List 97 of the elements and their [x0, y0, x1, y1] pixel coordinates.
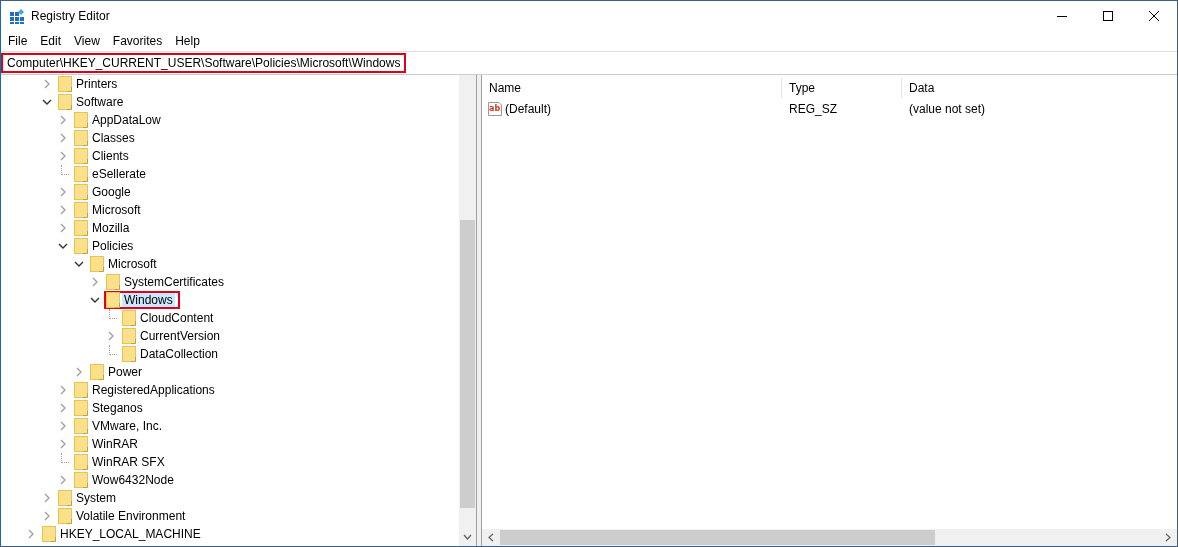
tree-item[interactable]: Microsoft	[88, 255, 164, 273]
tree-item[interactable]: Clients	[72, 147, 136, 165]
expanded-chevron-icon[interactable]	[58, 241, 68, 251]
folder-icon	[74, 418, 88, 434]
folder-icon	[74, 148, 88, 164]
folder-icon	[58, 94, 72, 110]
collapsed-chevron-icon[interactable]	[58, 205, 68, 215]
folder-icon	[74, 130, 88, 146]
collapsed-chevron-icon[interactable]	[58, 439, 68, 449]
window-title: Registry Editor	[31, 9, 110, 23]
tree-item[interactable]: Windows	[104, 291, 180, 309]
collapsed-chevron-icon[interactable]	[90, 277, 100, 287]
horizontal-scrollbar[interactable]	[482, 529, 1177, 546]
tree-item[interactable]: CurrentVersion	[120, 327, 228, 345]
folder-icon	[74, 472, 88, 488]
collapsed-chevron-icon[interactable]	[58, 385, 68, 395]
folder-icon	[74, 112, 88, 128]
collapsed-chevron-icon[interactable]	[26, 529, 36, 539]
folder-icon	[74, 436, 88, 452]
folder-icon	[106, 292, 120, 308]
value-name[interactable]: (Default)	[505, 102, 551, 116]
folder-icon	[74, 454, 88, 470]
tree-item[interactable]: RegisteredApplications	[72, 381, 222, 399]
collapsed-chevron-icon[interactable]	[106, 331, 116, 341]
tree-connector-line	[61, 452, 69, 463]
address-bar[interactable]: Computer\HKEY_CURRENT_USER\Software\Policies\Microsoft\Windows	[1, 53, 407, 73]
value-data: (value not set)	[908, 102, 987, 116]
tree-item[interactable]: DataCollection	[120, 345, 226, 363]
tree-connector-line	[61, 164, 69, 175]
tree-item[interactable]: AppDataLow	[72, 111, 168, 129]
tree-item[interactable]: CloudContent	[120, 309, 221, 327]
expanded-chevron-icon[interactable]	[74, 259, 84, 269]
tree-item[interactable]: SystemCertificates	[104, 273, 232, 291]
menu-item[interactable]: View	[69, 34, 105, 48]
tree-item[interactable]: System	[56, 489, 123, 507]
tree-item[interactable]: WinRAR	[72, 435, 145, 453]
column-header[interactable]: Data	[902, 78, 1152, 98]
folder-icon	[58, 490, 72, 506]
tree-item[interactable]: Mozilla	[72, 219, 137, 237]
tree-connector-line	[109, 344, 117, 355]
vertical-scrollbar[interactable]	[459, 75, 476, 546]
collapsed-chevron-icon[interactable]	[58, 223, 68, 233]
collapsed-chevron-icon[interactable]	[58, 403, 68, 413]
collapsed-chevron-icon[interactable]	[58, 133, 68, 143]
folder-icon	[74, 238, 88, 254]
folder-icon	[106, 274, 120, 290]
collapsed-chevron-icon[interactable]	[74, 367, 84, 377]
tree-item[interactable]: Policies	[72, 237, 141, 255]
collapsed-chevron-icon[interactable]	[42, 511, 52, 521]
folder-icon	[58, 76, 72, 92]
folder-icon	[74, 184, 88, 200]
collapsed-chevron-icon[interactable]	[42, 79, 52, 89]
tree-item[interactable]: WinRAR SFX	[72, 453, 172, 471]
folder-icon	[74, 202, 88, 218]
tree-connector-line	[109, 308, 117, 319]
column-header[interactable]: Name	[482, 78, 782, 98]
folder-icon	[74, 166, 88, 182]
string-value-icon: ab	[487, 101, 503, 117]
tree-item[interactable]: Power	[88, 363, 149, 381]
folder-icon	[74, 400, 88, 416]
menu-item[interactable]: Favorites	[107, 34, 168, 48]
folder-icon	[122, 346, 136, 362]
value-type: REG_SZ	[788, 102, 838, 116]
column-header[interactable]: Type	[782, 78, 902, 98]
tree-item[interactable]: Wow6432Node	[72, 471, 181, 489]
close-icon	[1149, 11, 1159, 21]
collapsed-chevron-icon[interactable]	[58, 151, 68, 161]
maximize-icon	[1103, 11, 1113, 21]
collapsed-chevron-icon[interactable]	[58, 187, 68, 197]
tree-item[interactable]: Classes	[72, 129, 142, 147]
tree-item[interactable]: Printers	[56, 75, 125, 93]
folder-icon	[90, 256, 104, 272]
expanded-chevron-icon[interactable]	[90, 295, 100, 305]
folder-icon	[74, 220, 88, 236]
collapsed-chevron-icon[interactable]	[58, 475, 68, 485]
tree-item[interactable]: Microsoft	[72, 201, 148, 219]
tree-item[interactable]: VMware, Inc.	[72, 417, 170, 435]
folder-icon	[42, 526, 56, 542]
tree-item[interactable]: Google	[72, 183, 138, 201]
folder-icon	[74, 382, 88, 398]
tree-item[interactable]: Volatile Environment	[56, 507, 193, 525]
folder-icon	[58, 508, 72, 524]
tree-item[interactable]: eSellerate	[72, 165, 154, 183]
expanded-chevron-icon[interactable]	[42, 97, 52, 107]
menu-item[interactable]: Help	[170, 34, 205, 48]
collapsed-chevron-icon[interactable]	[58, 115, 68, 125]
folder-icon	[90, 364, 104, 380]
collapsed-chevron-icon[interactable]	[58, 421, 68, 431]
collapsed-chevron-icon[interactable]	[42, 493, 52, 503]
tree-item[interactable]: HKEY_LOCAL_MACHINE	[40, 525, 208, 543]
registry-editor-icon	[9, 8, 25, 24]
menu-item[interactable]: File	[3, 34, 33, 48]
folder-icon	[122, 328, 136, 344]
tree-item[interactable]: Steganos	[72, 399, 150, 417]
menu-item[interactable]: Edit	[35, 34, 67, 48]
tree-item[interactable]: Software	[56, 93, 131, 111]
folder-icon	[122, 310, 136, 326]
